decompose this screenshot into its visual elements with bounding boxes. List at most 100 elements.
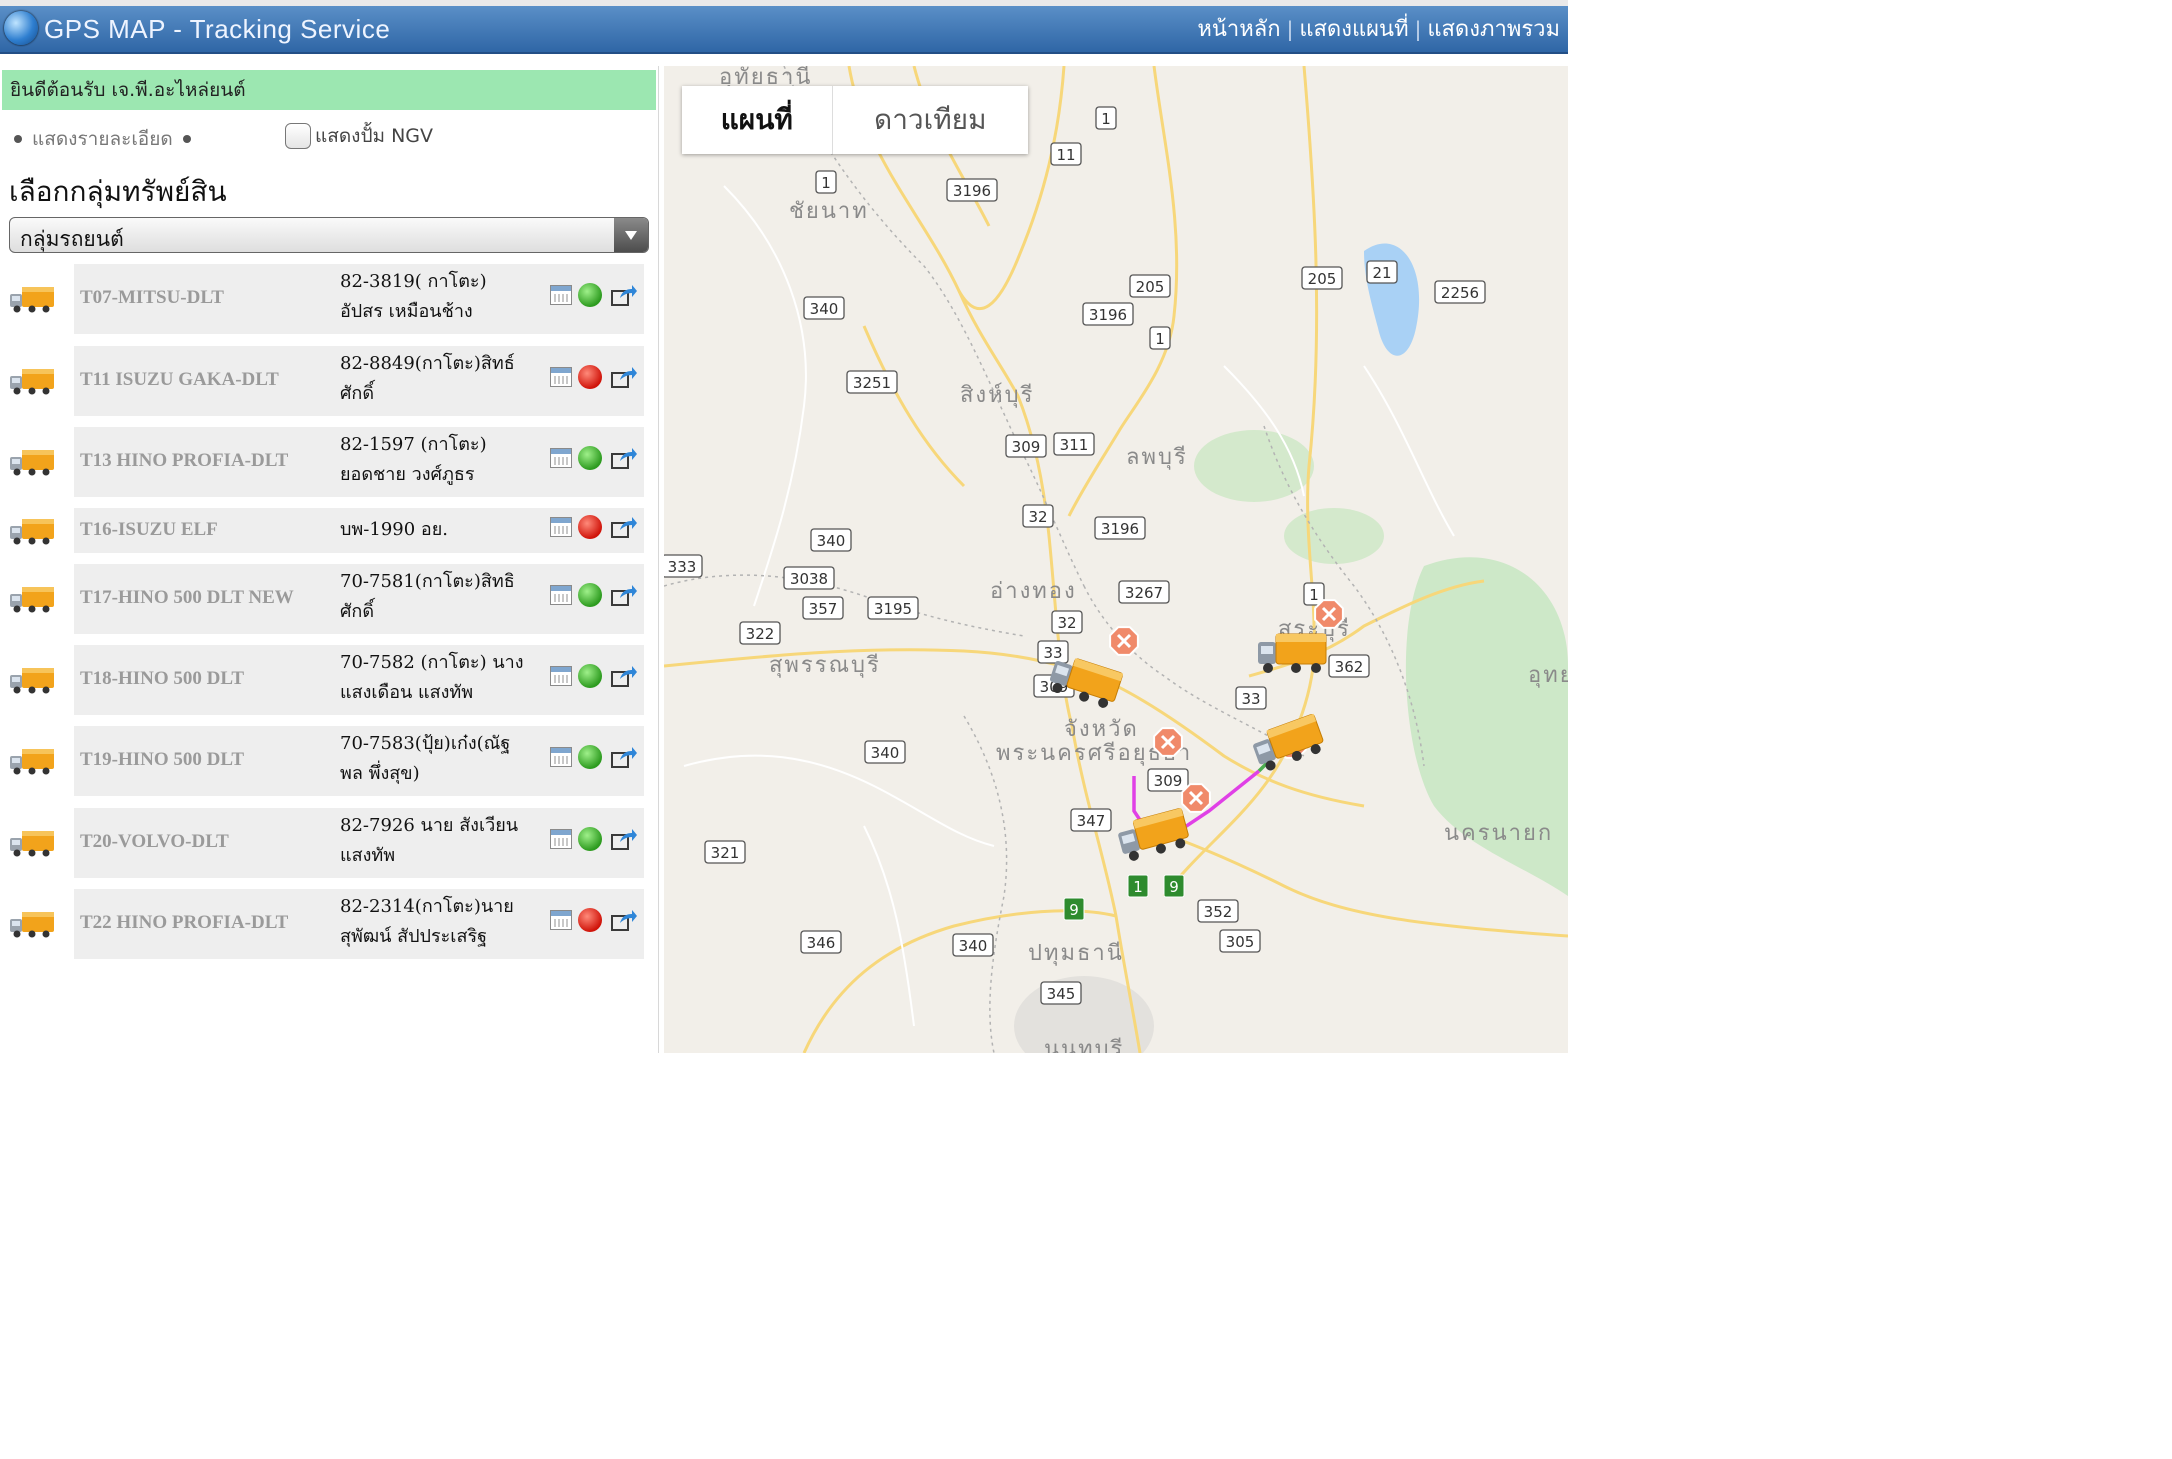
- vehicle-row[interactable]: T13 HINO PROFIA-DLT 82-1597 (กาโตะ) ยอดชา…: [0, 427, 650, 497]
- dropdown-arrow-icon[interactable]: [614, 218, 648, 252]
- share-icon[interactable]: [610, 365, 638, 391]
- route-shield-label: 3195: [874, 600, 912, 618]
- vehicle-row[interactable]: T19-HINO 500 DLT 70-7583(ปุ้ย)เก๋ง(ณัฐ พล…: [0, 726, 650, 796]
- road-closure-icon[interactable]: [1181, 783, 1211, 813]
- route-shield: 340: [864, 740, 906, 764]
- status-indicator-icon: [578, 745, 602, 769]
- place-label: สิงห์บุรี: [960, 383, 1034, 408]
- calendar-icon[interactable]: [550, 829, 572, 849]
- vehicle-row[interactable]: T07-MITSU-DLT 82-3819( กาโตะ) อัปสร เหมือ…: [0, 264, 650, 334]
- show-detail-label: แสดงรายละเอียด: [32, 128, 173, 150]
- calendar-icon[interactable]: [550, 747, 572, 767]
- route-shield-label: 1: [1101, 110, 1111, 128]
- calendar-icon[interactable]: [550, 517, 572, 537]
- route-shield-label: 11: [1056, 146, 1075, 164]
- status-indicator-icon: [578, 908, 602, 932]
- share-icon[interactable]: [610, 745, 638, 771]
- status-indicator-icon: [578, 365, 602, 389]
- calendar-icon[interactable]: [550, 666, 572, 686]
- vehicle-card[interactable]: T20-VOLVO-DLT 82-7926 นาย สังเวียน แสงทัพ: [74, 808, 644, 878]
- vehicle-name: T07-MITSU-DLT: [80, 287, 224, 308]
- vehicle-card[interactable]: T19-HINO 500 DLT 70-7583(ปุ้ย)เก๋ง(ณัฐ พล…: [74, 726, 644, 796]
- vehicle-row[interactable]: T16-ISUZU ELF บพ-1990 อย.: [0, 508, 650, 553]
- route-shield-label: 357: [809, 600, 838, 618]
- vehicle-row[interactable]: T17-HINO 500 DLT NEW 70-7581(กาโตะ)สิทธิ …: [0, 564, 650, 634]
- vehicle-card[interactable]: T13 HINO PROFIA-DLT 82-1597 (กาโตะ) ยอดชา…: [74, 427, 644, 497]
- route-shield: 3267: [1118, 580, 1170, 604]
- route-shield: 3038: [783, 566, 835, 590]
- welcome-banner: ยินดีต้อนรับ เจ.พี.อะไหล่ยนต์: [2, 70, 656, 110]
- status-indicator-icon: [578, 283, 602, 307]
- map-view[interactable]: อุทัยธานี ชัยนาท สิงห์บุรี ลพบุรี อ่างทอ…: [664, 66, 1568, 1053]
- tab-satellite[interactable]: ดาวเทียม: [833, 86, 1028, 154]
- vehicle-card[interactable]: T11 ISUZU GAKA-DLT 82-8849(กาโตะ)สิทธ์ ศ…: [74, 346, 644, 416]
- vehicle-card[interactable]: T18-HINO 500 DLT 70-7582 (กาโตะ) นาง แสงเ…: [74, 645, 644, 715]
- vehicle-row[interactable]: T11 ISUZU GAKA-DLT 82-8849(กาโตะ)สิทธ์ ศ…: [0, 346, 650, 416]
- share-icon[interactable]: [610, 446, 638, 472]
- nav-home-link[interactable]: หน้าหลัก: [1197, 11, 1280, 46]
- route-shield: 305: [1219, 929, 1261, 953]
- calendar-icon[interactable]: [550, 448, 572, 468]
- calendar-icon[interactable]: [550, 367, 572, 387]
- vehicle-name: T19-HINO 500 DLT: [80, 749, 244, 770]
- place-label: นครนายก: [1444, 821, 1553, 846]
- top-navigation: หน้าหลัก | แสดงแผนที่ | แสดงภาพรวม: [1197, 11, 1560, 46]
- vehicle-controls: [550, 515, 640, 541]
- calendar-icon[interactable]: [550, 285, 572, 305]
- tab-map[interactable]: แผนที่: [682, 86, 833, 154]
- road-closure-icon[interactable]: [1109, 626, 1139, 656]
- vehicle-card[interactable]: T07-MITSU-DLT 82-3819( กาโตะ) อัปสร เหมือ…: [74, 264, 644, 334]
- vehicle-controls: [550, 283, 640, 309]
- vehicle-card[interactable]: T16-ISUZU ELF บพ-1990 อย.: [74, 508, 644, 553]
- vehicle-row[interactable]: T18-HINO 500 DLT 70-7582 (กาโตะ) นาง แสงเ…: [0, 645, 650, 715]
- vehicle-name: T18-HINO 500 DLT: [80, 668, 244, 689]
- vehicle-controls: [550, 745, 640, 771]
- asset-group-select[interactable]: กลุ่มรถยนต์: [9, 217, 649, 253]
- vehicle-info: 82-1597 (กาโตะ) ยอดชาย วงศ์ภูธร: [340, 434, 487, 485]
- place-label: อุทย: [1528, 663, 1568, 688]
- route-shield: 321: [704, 840, 746, 864]
- truck-icon: [8, 366, 56, 396]
- share-icon[interactable]: [610, 283, 638, 309]
- app-title: GPS MAP - Tracking Service: [44, 14, 391, 44]
- place-label: นนทบุรี: [1044, 1037, 1124, 1053]
- route-shield-label: 321: [711, 844, 740, 862]
- ngv-checkbox[interactable]: [285, 123, 311, 149]
- share-icon[interactable]: [610, 908, 638, 934]
- route-shield: 3196: [1094, 516, 1146, 540]
- vehicle-info: 82-2314(กาโตะ)นาย สุพัฒน์ สัปประเสริฐ: [340, 896, 514, 947]
- show-detail-toggle[interactable]: แสดงรายละเอียด: [14, 124, 201, 154]
- route-shield-label: 1: [1155, 330, 1165, 348]
- share-icon[interactable]: [610, 515, 638, 541]
- calendar-icon[interactable]: [550, 585, 572, 605]
- share-icon[interactable]: [610, 827, 638, 853]
- green-route-shield-label: 9: [1069, 901, 1079, 919]
- vehicle-row[interactable]: T22 HINO PROFIA-DLT 82-2314(กาโตะ)นาย สุพ…: [0, 889, 650, 959]
- route-shield-label: 309: [1012, 438, 1041, 456]
- vehicle-info: 70-7582 (กาโตะ) นาง แสงเดือน แสงทัพ: [340, 652, 524, 703]
- route-shield: 21: [1366, 260, 1398, 284]
- route-shield-label: 33: [1241, 690, 1260, 708]
- route-shield: 32: [1051, 610, 1083, 634]
- truck-icon: [8, 447, 56, 477]
- place-label: ปทุมธานี: [1028, 941, 1124, 966]
- map-canvas[interactable]: อุทัยธานี ชัยนาท สิงห์บุรี ลพบุรี อ่างทอ…: [664, 66, 1568, 1053]
- vehicle-card[interactable]: T17-HINO 500 DLT NEW 70-7581(กาโตะ)สิทธิ …: [74, 564, 644, 634]
- vehicle-row[interactable]: T20-VOLVO-DLT 82-7926 นาย สังเวียน แสงทัพ: [0, 808, 650, 878]
- nav-show-map-link[interactable]: แสดงแผนที่: [1299, 11, 1408, 46]
- road-closure-icon[interactable]: [1314, 599, 1344, 629]
- green-route-shield: 1: [1127, 874, 1149, 898]
- share-icon[interactable]: [610, 664, 638, 690]
- vehicle-card[interactable]: T22 HINO PROFIA-DLT 82-2314(กาโตะ)นาย สุพ…: [74, 889, 644, 959]
- route-shield: 333: [664, 554, 703, 578]
- nav-overview-link[interactable]: แสดงภาพรวม: [1427, 11, 1560, 46]
- calendar-icon[interactable]: [550, 910, 572, 930]
- share-icon[interactable]: [610, 583, 638, 609]
- truck-icon: [8, 584, 56, 614]
- vehicle-info: บพ-1990 อย.: [340, 519, 448, 540]
- route-shield: 1: [815, 170, 837, 194]
- map-type-tabs: แผนที่ ดาวเทียม: [682, 86, 1028, 154]
- road-closure-icon[interactable]: [1153, 727, 1183, 757]
- route-shield-label: 3267: [1125, 584, 1163, 602]
- truck-icon: [8, 909, 56, 939]
